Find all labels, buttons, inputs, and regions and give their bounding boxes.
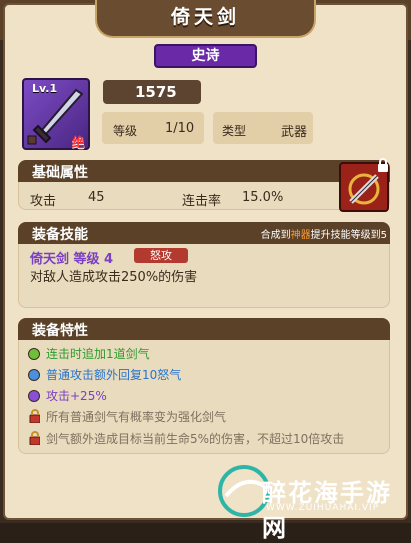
trait-lock-icon	[29, 409, 40, 423]
skill-description: 对敌人造成攻击250%的伤害	[30, 270, 198, 285]
trait-bullet-icon	[28, 348, 40, 360]
trait-item: 剑气额外造成目标当前生命5%的伤害，不超过10倍攻击	[28, 430, 378, 448]
trait-item: 连击时追加1道剑气	[28, 345, 378, 363]
skill-name: 倚天剑 等级 4	[30, 252, 114, 267]
skill-tag: 怒攻	[134, 248, 188, 263]
lock-icon	[378, 158, 388, 172]
upgrade-hint-pre: 合成到	[260, 230, 291, 241]
tier-mark: 绝	[72, 136, 86, 151]
attack-label: 攻击	[30, 194, 57, 209]
trait-text: 剑气额外造成目标当前生命5%的伤害，不超过10倍攻击	[46, 432, 345, 446]
crit-value: 15.0%	[242, 190, 284, 205]
trait-item: 所有普通剑气有概率变为强化剑气	[28, 408, 378, 426]
attack-value: 45	[88, 190, 105, 205]
watermark-url: WWW.ZUIHUAHAI.VIP	[266, 503, 380, 513]
trait-bullet-icon	[28, 369, 40, 381]
trait-item: 普通攻击额外回复10怒气	[28, 366, 378, 384]
upgrade-hint-post: 提升技能等级到5	[310, 230, 387, 241]
crit-label: 连击率	[182, 194, 222, 209]
skill-title: 装备技能	[32, 227, 88, 243]
rarity-badge: 史诗	[154, 44, 257, 68]
upgrade-hint: 合成到神器提升技能等级到5	[261, 226, 387, 241]
type-label: 类型	[222, 124, 247, 138]
trait-lock-icon	[29, 431, 40, 445]
level-label: 等级	[113, 124, 138, 138]
upgrade-hint-artifact: 神器	[290, 230, 311, 241]
trait-text: 攻击+25%	[46, 389, 107, 403]
level-badge: Lv.1	[32, 82, 58, 95]
traits-title: 装备特性	[32, 323, 88, 339]
trait-bullet-icon	[28, 390, 40, 402]
trait-text: 普通攻击额外回复10怒气	[46, 368, 182, 382]
trait-item: 攻击+25%	[28, 387, 378, 405]
base-attrs-title: 基础属性	[32, 165, 88, 181]
level-value: 1/10	[165, 121, 195, 136]
page-title: 倚天剑	[170, 6, 240, 28]
trait-text: 连击时追加1道剑气	[46, 347, 150, 361]
type-value: 武器	[281, 125, 308, 140]
power-value: 1575	[135, 83, 177, 101]
trait-text: 所有普通剑气有概率变为强化剑气	[46, 410, 227, 424]
